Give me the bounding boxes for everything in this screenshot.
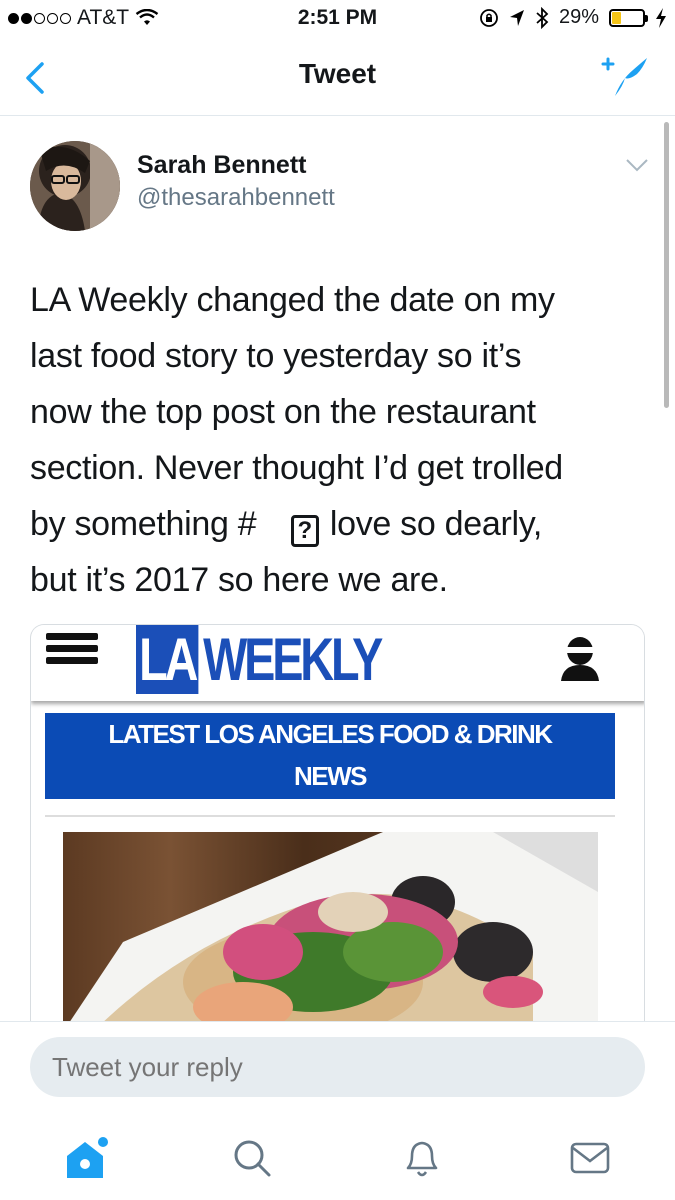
tab-bar	[0, 1120, 675, 1200]
avatar[interactable]	[30, 141, 120, 231]
tab-home[interactable]	[55, 1128, 115, 1188]
messages-icon	[570, 1142, 610, 1174]
battery-icon	[609, 8, 648, 27]
tab-search[interactable]	[222, 1128, 282, 1188]
banner-line: LATEST LOS ANGELES FOOD & DRINK	[108, 719, 553, 749]
user-profile-icon	[561, 637, 599, 681]
tweet-line: LA Weekly changed the date on my	[30, 281, 555, 319]
logo-box: LA	[136, 625, 199, 694]
tweet-line-part[interactable]: by something #	[30, 505, 257, 543]
tweet-line: section. Never thought I’d get trolled	[30, 449, 563, 487]
charging-bolt-icon	[656, 7, 666, 28]
food-photo	[63, 832, 598, 1022]
page-title: Tweet	[298, 58, 377, 89]
tweet-line: last food story to yesterday so it’s	[30, 337, 522, 375]
chevron-down-icon[interactable]	[625, 157, 649, 173]
status-bar: AT&T 2:51 PM 29%	[0, 0, 675, 40]
compose-tweet-icon[interactable]	[601, 54, 649, 98]
tweet-line: by something # ? love so dearly,	[30, 496, 645, 552]
divider	[0, 1021, 675, 1022]
bluetooth-icon	[536, 6, 549, 29]
author-handle[interactable]: @thesarahbennett	[137, 184, 335, 212]
author-name[interactable]: Sarah Bennett	[137, 151, 306, 180]
tweet-line-part: love so dearly,	[329, 505, 543, 543]
status-right: 29%	[479, 6, 667, 29]
reply-input[interactable]	[30, 1037, 645, 1097]
tweet-line: but it’s 2017 so here we are.	[30, 561, 448, 599]
tab-messages[interactable]	[560, 1128, 620, 1188]
tab-notifications[interactable]	[392, 1128, 452, 1188]
rotation-lock-icon	[480, 8, 498, 27]
tweet-media-image[interactable]: LA WEEKLY LATEST LOS ANGELES FOOD & DRIN…	[30, 624, 645, 1022]
battery-percent: 29%	[558, 6, 599, 28]
scrollbar[interactable]	[664, 122, 669, 408]
hamburger-menu-icon	[46, 633, 98, 673]
location-arrow-icon	[509, 9, 524, 26]
tweet-text: LA Weekly changed the date on my last fo…	[30, 272, 645, 608]
tweet-line: now the top post on the restaurant	[30, 393, 536, 431]
divider	[45, 815, 615, 817]
banner-line: NEWS	[294, 761, 368, 791]
navigation-bar: Tweet	[0, 40, 675, 116]
home-icon	[67, 1137, 108, 1178]
food-news-banner: LATEST LOS ANGELES FOOD & DRINK NEWS	[45, 713, 615, 799]
missing-glyph-icon: ?	[290, 515, 319, 547]
la-weekly-header: LA WEEKLY	[31, 625, 644, 701]
notifications-icon	[406, 1141, 438, 1177]
logo-text: WEEKLY	[203, 625, 383, 693]
search-icon	[234, 1140, 271, 1177]
la-weekly-logo: LA WEEKLY	[136, 625, 383, 694]
